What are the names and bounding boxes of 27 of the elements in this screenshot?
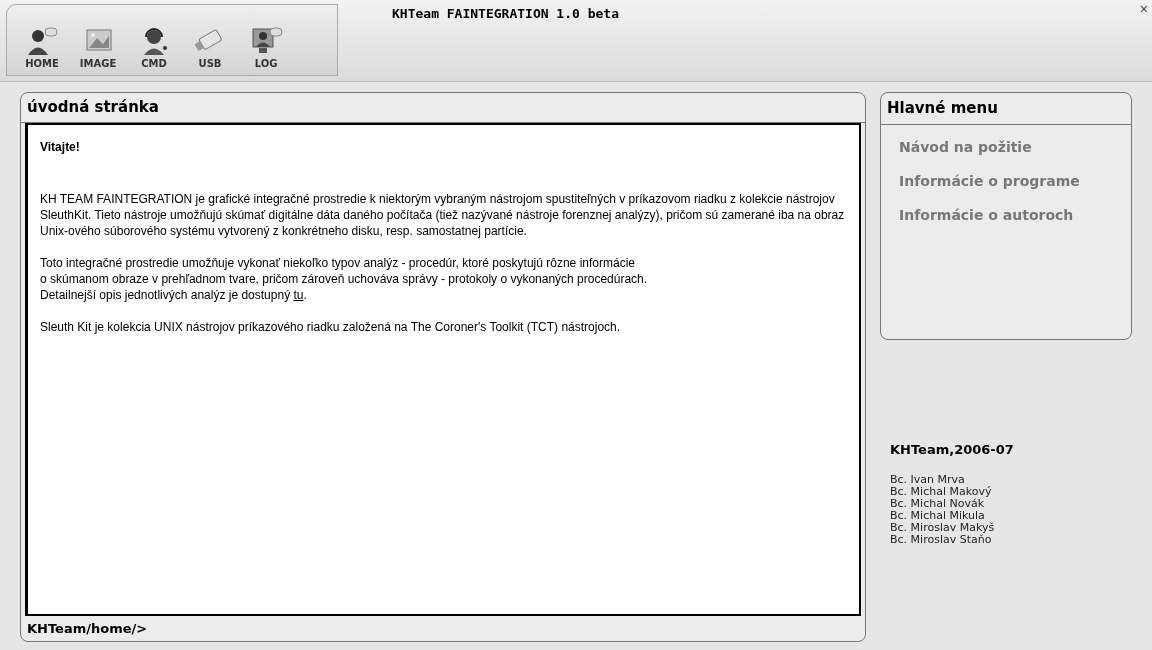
person-icon [25, 26, 59, 56]
close-button[interactable]: × [1139, 2, 1148, 16]
toolbar-button[interactable]: LOG [241, 26, 291, 71]
panel-title: úvodná stránka [21, 93, 865, 123]
author-name: Bc. Miroslav Staňo [890, 533, 992, 546]
author-name: Bc. Michal Mikula [890, 509, 986, 522]
author-name: Bc. Michal Novák [890, 497, 985, 510]
window-title: KHTeam FAINTEGRATION 1.0 beta [392, 5, 619, 23]
author-name: Bc. Miroslav Makyš [890, 521, 996, 534]
toolbar-button[interactable]: CMD [129, 26, 179, 71]
menu-link[interactable]: Návod na požitie [899, 136, 1113, 158]
toolbar-button[interactable]: HOME [17, 26, 67, 71]
author-name: Bc. Michal Makový [890, 485, 993, 498]
status-path: KHTeam/home/> [26, 619, 149, 638]
link[interactable]: tu [293, 287, 304, 302]
paragraph: Toto integračné prostredie umožňuje vykonať niekoľko typov analýz - procedúr, ktoré poskytujú rôzne informácie o skúmanom obraze v prehľadnom tvare, pričom zároveň uchováva správy - protokoly o vykonaných procedúrach. Detailnejší opis jednotlivých analýz je dostupný tu. [40, 254, 649, 303]
toolbar-button[interactable]: IMAGE [73, 26, 123, 71]
author-name: Bc. Ivan Mrva [890, 473, 966, 486]
toolbar-button[interactable]: USB [185, 26, 235, 71]
paragraph: Sleuth Kit je kolekcia UNIX nástrojov príkazového riadku založená na The Coroner's Toolkit (TCT) nástrojoch. [40, 318, 622, 335]
menu-link[interactable]: Informácie o programe [899, 170, 1113, 192]
welcome-heading: Vitajte! [40, 138, 81, 155]
credits-title: KHTeam,2006-07 [890, 441, 1015, 459]
menu-link[interactable]: Informácie o autoroch [899, 204, 1113, 226]
paragraph: KH TEAM FAINTEGRATION je grafické integračné prostredie k niektorým vybraným nástrojom spustiteľných v príkazovom riadku z kolekcie nástrojov SleuthKit. Tieto nástroje umožňujú skúmať digitálne dáta daného počítača (tiež nazývané nástroje forenznej analýzy), pričom sú zamerané iba na obraz Unix-ového súborového systému vytvorený z konkrétneho disku, resp. samostatnej partície. [40, 190, 845, 239]
monitor-icon [249, 26, 283, 56]
panel-title: Hlavné menu [881, 93, 1131, 125]
